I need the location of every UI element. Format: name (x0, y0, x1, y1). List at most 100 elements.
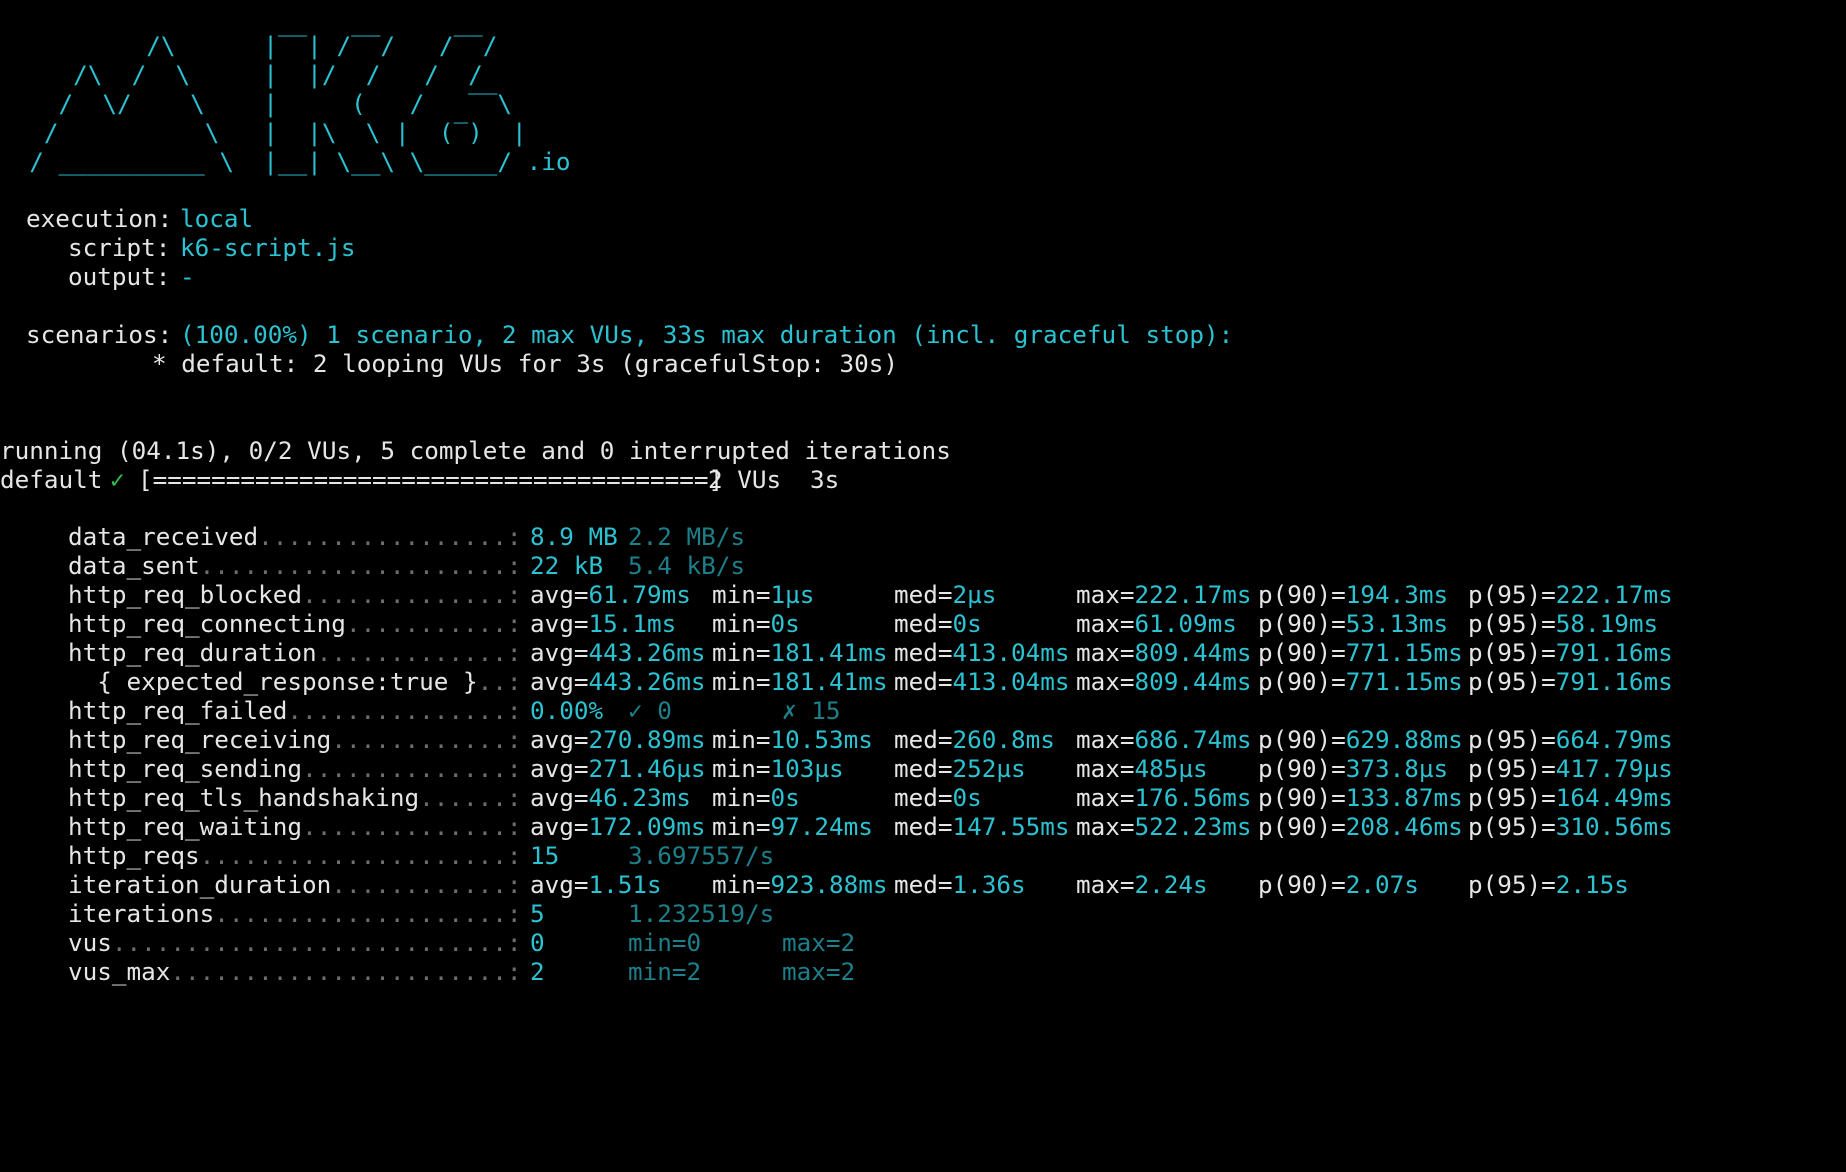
metric-key: avg= (530, 754, 589, 783)
metric-key: p(90)= (1258, 754, 1346, 783)
metric-number: 147.55ms (952, 812, 1070, 841)
metric-key: min= (712, 812, 771, 841)
metric-number: 485µs (1134, 754, 1208, 783)
metric-number: 413.04ms (952, 638, 1070, 667)
metric-key: avg= (530, 725, 589, 754)
metric-number: 809.44ms (1134, 638, 1252, 667)
metric-key: p(95)= (1468, 725, 1556, 754)
metric-value: p(90)=771.15ms (1258, 665, 1463, 699)
metric-number: 172.09ms (588, 812, 706, 841)
metric-key: p(95)= (1468, 754, 1556, 783)
metric-number: 2.24s (1134, 870, 1208, 899)
metric-key: med= (894, 783, 953, 812)
metric-value: max=2.24s (1076, 868, 1208, 902)
metric-number: 164.49ms (1555, 783, 1673, 812)
progress-bar: [======================================] (138, 465, 724, 494)
metric-number: 208.46ms (1345, 812, 1463, 841)
metric-value: med=1.36s (894, 868, 1026, 902)
metric-key: med= (894, 725, 953, 754)
metric-key: p(95)= (1468, 638, 1556, 667)
metric-dots: .......................: (170, 957, 522, 986)
metric-key: med= (894, 609, 953, 638)
metric-key: p(90)= (1258, 638, 1346, 667)
metric-key: max= (1076, 609, 1135, 638)
metric-number: 181.41ms (770, 667, 888, 696)
output-line: output: - (0, 260, 195, 294)
metric-number: 1.51s (588, 870, 662, 899)
metric-key: min= (712, 725, 771, 754)
metric-key: min= (712, 754, 771, 783)
scenario-detail-line: * default: 2 looping VUs for 3s (gracefu… (0, 347, 898, 381)
metric-value: max=809.44ms (1076, 665, 1252, 699)
metric-number: 0s (952, 609, 982, 638)
metric-number: 97.24ms (770, 812, 873, 841)
metric-value: med=413.04ms (894, 665, 1070, 699)
metric-key: p(90)= (1258, 667, 1346, 696)
metric-number: ✓ 0 (628, 696, 672, 725)
metric-value: p(95)=791.16ms (1468, 665, 1673, 699)
metric-key: p(90)= (1258, 812, 1346, 841)
metric-number: 443.26ms (588, 667, 706, 696)
metric-number: 1.232519/s (628, 899, 775, 928)
metric-key: avg= (530, 580, 589, 609)
metric-number: 270.89ms (588, 725, 706, 754)
metric-key: med= (894, 754, 953, 783)
metric-key: med= (894, 812, 953, 841)
metric-value: p(95)=2.15s (1468, 868, 1629, 902)
metric-number: 443.26ms (588, 638, 706, 667)
progress-line: default ✓ [=============================… (0, 463, 839, 497)
metric-key: max= (1076, 754, 1135, 783)
metric-number: 15.1ms (588, 609, 677, 638)
output-label: output: (68, 262, 171, 291)
metric-number: 222.17ms (1134, 580, 1252, 609)
metric-key: p(95)= (1468, 783, 1556, 812)
metric-number: 771.15ms (1345, 667, 1463, 696)
metric-number: 522.23ms (1134, 812, 1252, 841)
metric-number: 413.04ms (952, 667, 1070, 696)
metric-key: avg= (530, 667, 589, 696)
metric-number: 5 (530, 899, 545, 928)
metric-key: p(95)= (1468, 870, 1556, 899)
output-value: - (180, 262, 195, 291)
metric-key: p(90)= (1258, 580, 1346, 609)
metric-number: 0s (952, 783, 982, 812)
metric-number: 373.8µs (1345, 754, 1449, 783)
metric-key: min= (712, 870, 771, 899)
metric-key: avg= (530, 638, 589, 667)
metric-number: 0.00% (530, 696, 604, 725)
metric-number: 222.17ms (1555, 580, 1673, 609)
metric-key: max= (1076, 870, 1135, 899)
metric-number: 181.41ms (770, 638, 888, 667)
metric-number: 417.79µs (1555, 754, 1673, 783)
metric-number: 0s (770, 783, 800, 812)
metric-key: med= (894, 667, 953, 696)
metric-key: min= (712, 783, 771, 812)
metric-key: p(90)= (1258, 609, 1346, 638)
metric-number: 46.23ms (588, 783, 691, 812)
metric-key: avg= (530, 609, 589, 638)
metric-key: p(95)= (1468, 812, 1556, 841)
metric-number: 58.19ms (1555, 609, 1659, 638)
metric-number: ✗ 15 (782, 696, 841, 725)
metric-number: 0 (530, 928, 545, 957)
metric-number: 686.74ms (1134, 725, 1252, 754)
metric-key: p(90)= (1258, 725, 1346, 754)
metric-value: min=2 (628, 955, 701, 989)
metric-key: avg= (530, 783, 589, 812)
metric-key: p(95)= (1468, 667, 1556, 696)
metric-number: 61.79ms (588, 580, 691, 609)
metric-key: max= (1076, 580, 1135, 609)
progress-duration: 3s (810, 465, 840, 494)
metric-number: 22 kB (530, 551, 604, 580)
metric-value: p(95)=310.56ms (1468, 810, 1673, 844)
metric-key: p(95)= (1468, 609, 1556, 638)
metric-number: 791.16ms (1555, 638, 1673, 667)
metric-key: med= (894, 870, 953, 899)
metric-name: vus_max (68, 957, 171, 986)
metric-number: 53.13ms (1345, 609, 1449, 638)
metric-number: max=2 (782, 957, 856, 986)
metric-number: 791.16ms (1555, 667, 1673, 696)
metric-number: 2.2 MB/s (628, 522, 746, 551)
metric-number: 260.8ms (952, 725, 1055, 754)
metric-key: med= (894, 638, 953, 667)
